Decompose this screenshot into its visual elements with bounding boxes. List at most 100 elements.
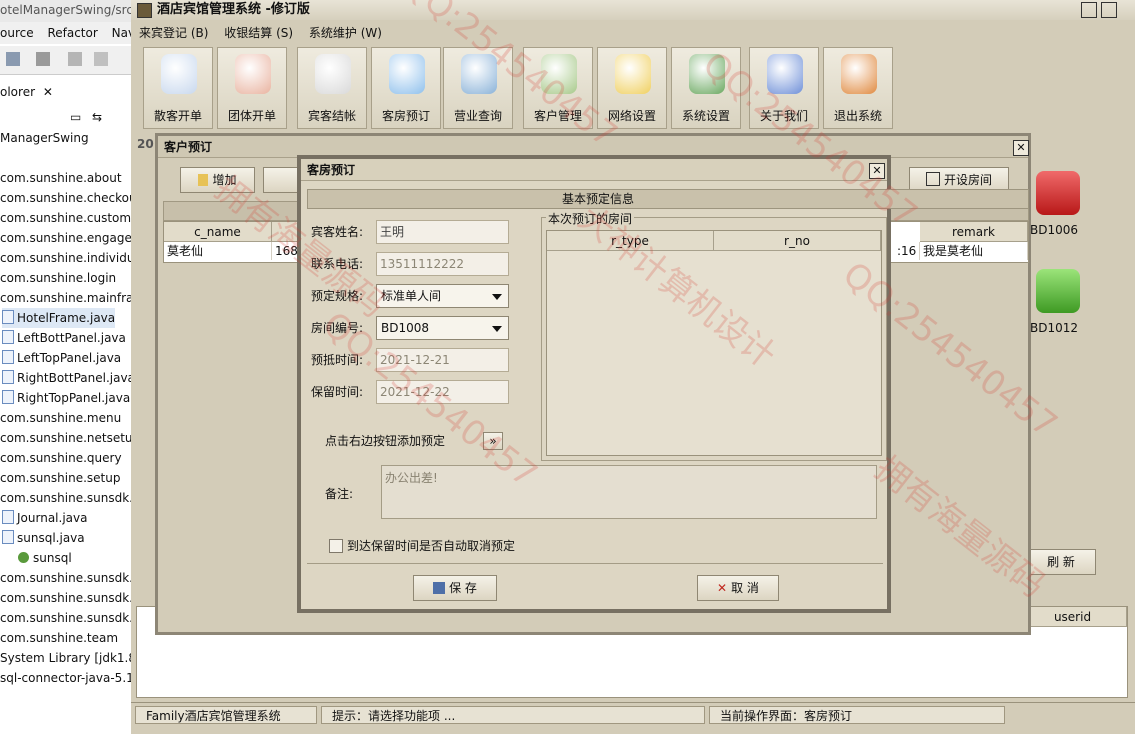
tree-item-label: com.sunshine.mainfran xyxy=(0,291,132,305)
tree-item-label: com.sunshine.custome xyxy=(0,211,132,225)
keep-input[interactable]: 2021-12-22 xyxy=(376,380,509,404)
tree-item-label: sql-connector-java-5.1 xyxy=(0,671,132,685)
room-no-select[interactable]: BD1008 xyxy=(376,316,509,340)
cell-remark[interactable]: 我是莫老仙 xyxy=(920,242,1028,260)
close-icon[interactable]: ✕ xyxy=(869,163,885,179)
room-label: BD1012 xyxy=(1030,321,1079,335)
java-file-icon xyxy=(2,310,14,324)
tree-item[interactable]: com.sunshine.custome xyxy=(0,208,132,228)
tree-item[interactable]: System Library [jdk1.8 xyxy=(0,648,131,668)
menu-guest-register[interactable]: 来宾登记 (B) xyxy=(139,26,208,40)
cancel-button[interactable]: ✕ 取 消 xyxy=(697,575,779,601)
run-icon[interactable] xyxy=(68,52,82,66)
tree-item[interactable]: Journal.java xyxy=(2,508,87,528)
tree-item[interactable]: sunsql.java xyxy=(2,528,85,548)
guest-checkout-button[interactable]: 宾客结帐 xyxy=(297,47,367,129)
toolbar-icon[interactable] xyxy=(36,52,50,66)
remark-textarea[interactable]: 办公出差! xyxy=(381,465,877,519)
tree-item[interactable]: com.sunshine.query xyxy=(0,448,122,468)
walkin-checkin-button[interactable]: 散客开单 xyxy=(143,47,213,129)
arrive-input[interactable]: 2021-12-21 xyxy=(376,348,509,372)
group-checkin-button[interactable]: 团体开单 xyxy=(217,47,287,129)
phone-input[interactable]: 13511112222 xyxy=(376,252,509,276)
tree-item[interactable]: com.sunshine.sunsdk.s xyxy=(0,488,132,508)
column-header-remark[interactable]: remark xyxy=(920,222,1028,242)
save-button[interactable]: 保 存 xyxy=(413,575,497,601)
tree-item[interactable]: com.sunshine.checkou xyxy=(0,188,131,208)
eclipse-menu-navigate[interactable]: Navi xyxy=(112,26,131,40)
network-settings-button[interactable]: 网络设置 xyxy=(597,47,667,129)
tree-item[interactable]: sql-connector-java-5.1 xyxy=(0,668,132,688)
tree-item[interactable]: com.sunshine.team xyxy=(0,628,118,648)
column-header-userid[interactable]: userid xyxy=(1019,607,1127,627)
tree-item[interactable]: com.sunshine.individu xyxy=(0,248,131,268)
tree-item[interactable]: RightTopPanel.java xyxy=(2,388,130,408)
column-header-r-no[interactable]: r_no xyxy=(714,231,881,251)
tree-item[interactable]: com.sunshine.about xyxy=(0,168,122,188)
add-button-label: 增加 xyxy=(212,173,237,187)
tree-item[interactable]: com.sunshine.engage xyxy=(0,228,132,248)
menu-cashier[interactable]: 收银结算 (S) xyxy=(224,26,293,40)
package-explorer-tab[interactable]: olorer ✕ xyxy=(0,80,131,104)
eclipse-menu-source[interactable]: ource xyxy=(0,26,34,40)
refresh-button[interactable]: 刷 新 xyxy=(1026,549,1096,575)
add-button[interactable]: 增加 xyxy=(180,167,255,193)
tree-item[interactable]: com.sunshine.sunsdk.s xyxy=(0,608,131,628)
system-settings-button[interactable]: 系统设置 xyxy=(671,47,741,129)
spec-select[interactable]: 标准单人间 xyxy=(376,284,509,308)
package-explorer-label: olorer xyxy=(0,85,36,99)
toolbar-label: 退出系统 xyxy=(833,109,882,123)
cell-time[interactable]: :16 xyxy=(894,242,920,260)
cell-c-name[interactable]: 莫老仙 xyxy=(164,242,272,260)
collapse-icon[interactable]: ▭ xyxy=(70,110,81,124)
spec-value: 标准单人间 xyxy=(381,289,442,303)
exit-system-icon xyxy=(841,54,877,94)
guest-checkout-icon xyxy=(315,54,351,94)
room-occupied-icon[interactable] xyxy=(1036,171,1080,215)
menu-system-maintenance[interactable]: 系统维护 (W) xyxy=(309,26,382,40)
tree-item[interactable]: RightBottPanel.java xyxy=(2,368,131,388)
tree-item[interactable]: com.sunshine.sunsdk.s xyxy=(0,568,131,588)
toolbar-icon[interactable] xyxy=(6,52,20,66)
column-header-c-name[interactable]: c_name xyxy=(164,222,272,242)
customer-management-button[interactable]: 客户管理 xyxy=(523,47,593,129)
tree-item[interactable]: sunsql xyxy=(18,548,72,568)
tree-item-label: com.sunshine.sunsdk.s xyxy=(0,491,132,505)
tree-item[interactable]: LeftBottPanel.java xyxy=(2,328,126,348)
guest-name-input[interactable]: 王明 xyxy=(376,220,509,244)
java-file-icon xyxy=(2,530,14,544)
toolbar-label: 客房预订 xyxy=(381,109,430,123)
tree-item[interactable]: com.sunshine.sunsdk.s xyxy=(0,588,132,608)
tree-item[interactable]: HotelFrame.java xyxy=(2,308,116,328)
auto-cancel-checkbox[interactable] xyxy=(329,539,343,553)
room-no-label: 房间编号: xyxy=(311,321,364,335)
exit-system-button[interactable]: 退出系统 xyxy=(823,47,893,129)
tree-item[interactable]: com.sunshine.netsetup xyxy=(0,428,131,448)
tree-item[interactable]: com.sunshine.menu xyxy=(0,408,121,428)
eclipse-menu-refactor[interactable]: Refactor xyxy=(47,26,97,40)
close-icon[interactable]: ✕ xyxy=(43,85,53,99)
add-booking-button[interactable]: » xyxy=(483,432,503,450)
tree-item[interactable]: com.sunshine.mainfran xyxy=(0,288,132,308)
tree-item[interactable]: com.sunshine.setup xyxy=(0,468,120,488)
pause-icon[interactable] xyxy=(94,52,108,66)
guest-name-label: 宾客姓名: xyxy=(311,225,364,239)
workspace-label: 20 xyxy=(137,137,154,151)
link-icon[interactable]: ⇆ xyxy=(92,110,102,124)
tree-item-label: com.sunshine.engage xyxy=(0,231,132,245)
column-header-r-type[interactable]: r_type xyxy=(547,231,714,251)
maximize-icon[interactable] xyxy=(1101,2,1117,18)
about-us-button[interactable]: 关于我们 xyxy=(749,47,819,129)
tree-item[interactable]: com.sunshine.login xyxy=(0,268,116,288)
tree-project[interactable]: ManagerSwing xyxy=(0,128,89,148)
tree-item[interactable]: LeftTopPanel.java xyxy=(2,348,121,368)
close-icon[interactable]: ✕ xyxy=(1013,140,1029,156)
app-menu-bar: 来宾登记 (B) 收银结算 (S) 系统维护 (W) xyxy=(131,22,1135,44)
room-free-icon[interactable] xyxy=(1036,269,1080,313)
business-query-button[interactable]: 营业查询 xyxy=(443,47,513,129)
toolbar-label: 散客开单 xyxy=(153,109,202,123)
room-booking-button[interactable]: 客房预订 xyxy=(371,47,441,129)
restore-icon[interactable] xyxy=(1081,2,1097,18)
tree-item-label: com.sunshine.sunsdk.s xyxy=(0,591,132,605)
status-hint: 提示：请选择功能项 ... xyxy=(321,706,705,724)
